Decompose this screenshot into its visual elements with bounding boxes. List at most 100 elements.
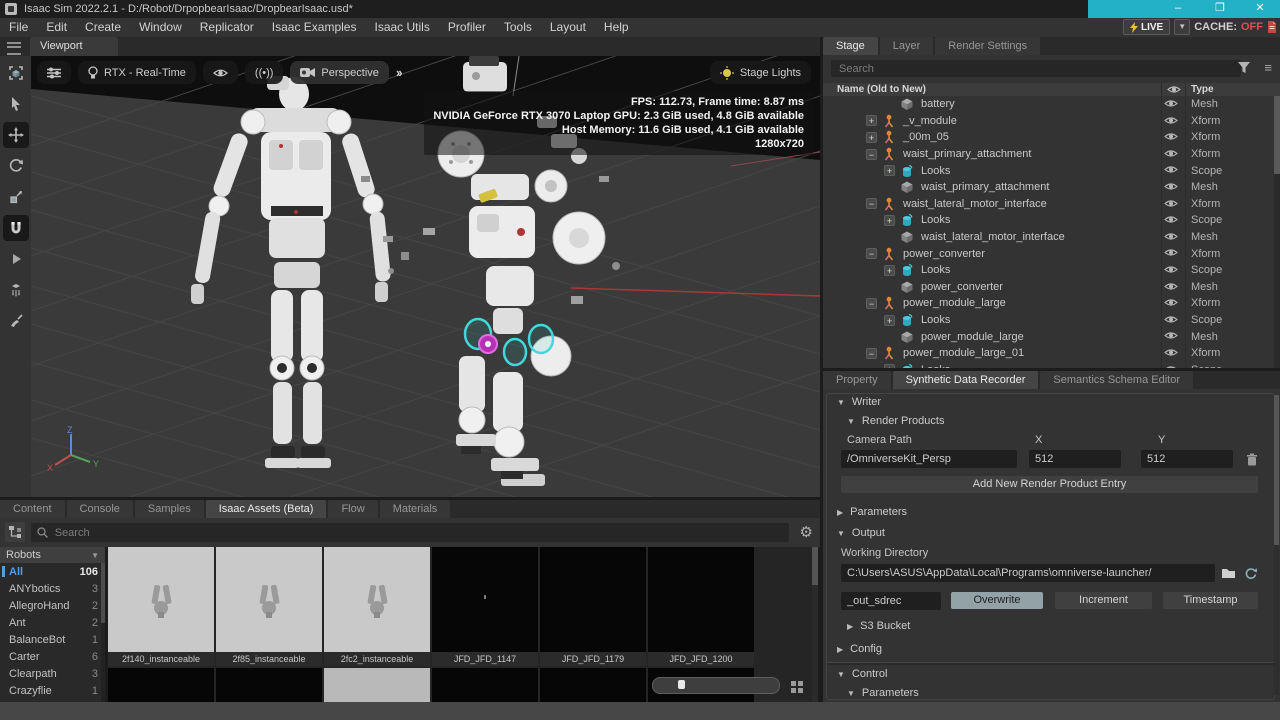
category-item[interactable]: Crazyflie 1 [0, 682, 105, 699]
rotate-tool-button[interactable] [3, 153, 29, 179]
section-control-parameters[interactable]: ▼Parameters [847, 687, 919, 699]
refresh-button[interactable] [1241, 564, 1259, 582]
category-item[interactable]: Carter 6 [0, 648, 105, 665]
live-sync-button[interactable]: LIVE [1123, 19, 1170, 35]
stage-tree-row[interactable]: − waist_primary_attachment Xform [823, 146, 1273, 163]
stage-lights-button[interactable]: Stage Lights [710, 61, 811, 84]
visibility-eye-icon[interactable] [1164, 199, 1178, 208]
live-dropdown-chevron[interactable]: ▼ [1174, 19, 1190, 35]
stage-tree-row[interactable]: + Looks Scope [823, 212, 1273, 229]
output-prefix-input[interactable] [841, 595, 941, 607]
section-s3-bucket[interactable]: ▶S3 Bucket [847, 620, 910, 632]
category-dropdown[interactable]: Robots ▼ [0, 547, 105, 563]
visibility-eye-icon[interactable] [1164, 165, 1178, 174]
select-tool-button[interactable] [3, 91, 29, 117]
tree-view-toggle-button[interactable] [5, 522, 25, 542]
section-config[interactable]: ▶Config [837, 643, 882, 655]
timestamp-button[interactable]: Timestamp [1163, 592, 1258, 609]
asset-thumbnail[interactable]: 2fc2_instanceable [324, 547, 430, 666]
menu-item[interactable]: Tools [495, 18, 541, 37]
visibility-eye-icon[interactable] [1164, 232, 1178, 241]
expander-toggle[interactable]: + [884, 165, 895, 176]
stage-tree-row[interactable]: + _00m_05 Xform [823, 129, 1273, 146]
bottom-panel-tab[interactable]: Samples [135, 500, 204, 518]
expander-toggle[interactable]: + [866, 115, 877, 126]
play-button[interactable] [3, 246, 29, 272]
add-render-product-button[interactable]: Add New Render Product Entry [841, 476, 1258, 493]
physics-drop-button[interactable] [3, 277, 29, 303]
thumbnail-size-slider[interactable] [652, 677, 780, 694]
category-item[interactable]: BalanceBot 1 [0, 631, 105, 648]
asset-thumbnail-partial[interactable] [432, 668, 538, 702]
tab-viewport[interactable]: Viewport [30, 37, 118, 56]
delete-render-product-button[interactable] [1243, 450, 1261, 468]
visibility-eye-icon[interactable] [1164, 265, 1178, 274]
section-parameters[interactable]: ▶Parameters [837, 506, 907, 518]
visibility-eye-icon[interactable] [1164, 116, 1178, 125]
browse-folder-button[interactable] [1219, 564, 1237, 582]
bottom-panel-tab[interactable]: Flow [328, 500, 377, 518]
recorder-panel-tab[interactable]: Semantics Schema Editor [1040, 371, 1193, 389]
menu-item[interactable]: File [0, 18, 37, 37]
section-control[interactable]: ▼Control [837, 668, 887, 680]
category-item[interactable]: AllegroHand 2 [0, 597, 105, 614]
stage-panel-tab[interactable]: Stage [823, 37, 878, 55]
stage-tree-row[interactable]: − waist_lateral_motor_interface Xform [823, 196, 1273, 213]
assets-search-input[interactable] [53, 526, 783, 540]
asset-thumbnail-partial[interactable] [324, 668, 430, 702]
asset-thumbnail[interactable]: 2f85_instanceable [216, 547, 322, 666]
visibility-eye-icon[interactable] [1164, 282, 1178, 291]
asset-thumbnail-partial[interactable] [540, 668, 646, 702]
category-scrollbar[interactable] [101, 563, 105, 702]
section-writer[interactable]: ▼Writer [837, 396, 881, 408]
menu-item[interactable]: Window [130, 18, 191, 37]
visibility-eye-icon[interactable] [1164, 348, 1178, 357]
expander-toggle[interactable]: − [866, 298, 877, 309]
gear-icon[interactable]: ⚙ [800, 523, 813, 542]
visibility-eye-icon[interactable] [1164, 315, 1178, 324]
dock-menu-icon[interactable] [7, 42, 21, 55]
column-type[interactable]: Type [1191, 83, 1214, 96]
menu-item[interactable]: Layout [541, 18, 595, 37]
stage-tree-row[interactable]: − power_converter Xform [823, 245, 1273, 262]
column-name[interactable]: Name (Old to New) [837, 83, 926, 96]
bottom-panel-tab[interactable]: Console [67, 500, 133, 518]
recorder-scrollbar[interactable] [1274, 395, 1279, 695]
bottom-panel-tab[interactable]: Isaac Assets (Beta) [206, 500, 327, 518]
increment-button[interactable]: Increment [1055, 592, 1152, 609]
stage-panel-tab[interactable]: Layer [880, 37, 934, 55]
asset-thumbnail[interactable]: JFD_JFD_1147 [432, 547, 538, 666]
category-item[interactable]: All 106 [0, 563, 105, 580]
menu-item[interactable]: Help [595, 18, 638, 37]
stage-tree-row[interactable]: + _v_module Xform [823, 113, 1273, 130]
expander-toggle[interactable]: + [884, 364, 895, 368]
bottom-panel-tab[interactable]: Content [0, 500, 65, 518]
stage-tree-row[interactable]: battery Mesh [823, 96, 1273, 113]
stage-tree-row[interactable]: waist_lateral_motor_interface Mesh [823, 229, 1273, 246]
stage-tree-row[interactable]: + Looks Scope [823, 312, 1273, 329]
y-input[interactable] [1141, 453, 1233, 465]
paint-tool-button[interactable] [3, 308, 29, 334]
recorder-panel-tab[interactable]: Property [823, 371, 891, 389]
visibility-eye-icon[interactable] [1164, 99, 1178, 108]
visibility-eye-icon[interactable] [1164, 365, 1178, 369]
scale-tool-button[interactable] [3, 184, 29, 210]
stage-tree-row[interactable]: waist_primary_attachment Mesh [823, 179, 1273, 196]
viewport-settings-button[interactable] [37, 61, 71, 84]
stage-tree-row[interactable]: + Looks Scope [823, 262, 1273, 279]
expander-toggle[interactable]: − [866, 149, 877, 160]
visibility-eye-icon[interactable] [1164, 248, 1178, 257]
section-output[interactable]: ▼Output [837, 527, 885, 539]
close-button[interactable]: ✕ [1240, 0, 1280, 18]
asset-thumbnail[interactable]: JFD_JFD_1179 [540, 547, 646, 666]
filter-funnel-icon[interactable] [1238, 62, 1250, 74]
camera-selector[interactable]: Perspective [290, 61, 388, 84]
stage-options-icon[interactable]: ≡ [1264, 60, 1272, 75]
menu-item[interactable]: Profiler [439, 18, 495, 37]
grid-view-icon[interactable] [791, 681, 803, 693]
snap-tool-button[interactable] [3, 215, 29, 241]
asset-thumbnail-partial[interactable] [216, 668, 322, 702]
menu-item[interactable]: Isaac Examples [263, 18, 366, 37]
menu-item[interactable]: Isaac Utils [365, 18, 438, 37]
move-tool-button[interactable] [3, 122, 29, 148]
